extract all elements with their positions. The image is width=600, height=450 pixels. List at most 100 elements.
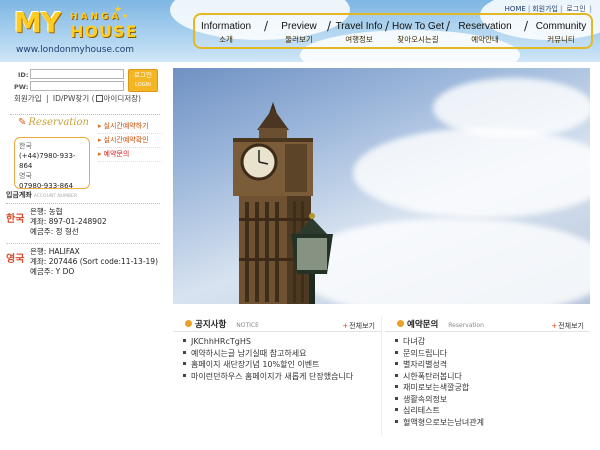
list-item[interactable]: JKChhHRcTgHS [183, 336, 353, 348]
list-item[interactable]: 다녀감 [395, 336, 484, 348]
account-title-text: 입금계좌 [6, 191, 32, 199]
list-item[interactable]: 시한폭탄러봅니다 [395, 371, 484, 383]
main-nav: Information 소개 / Preview 둘러보기 / Travel I… [193, 13, 593, 49]
bullet-icon [397, 320, 404, 327]
notice-header: 공지사항 NOTICE +전체보기 [173, 316, 381, 332]
id-input[interactable] [30, 69, 124, 79]
arrow-icon: ▸ [98, 136, 102, 144]
list-item[interactable]: 별자리별성격 [395, 359, 484, 371]
nav-reservation[interactable]: Reservation 예약안내 [453, 21, 517, 45]
login-button-sublabel: LOGIN [135, 82, 151, 88]
contact-number: (+44)7980-933-864 [19, 152, 76, 170]
contact-box: 한국 (+44)7980-933-864 영국 07980-933-864 [14, 137, 90, 190]
nav-label: Community [535, 21, 587, 32]
list-item-text: 마이런던하우스 홈페이지가 새롭게 단장했습니다 [191, 371, 354, 381]
account-block-korea: 한국 은행: 농협 계좌: 897-01-248902 예금주: 정 형선 [6, 207, 160, 241]
plus-icon: + [551, 322, 558, 330]
list-item-text: 혈액형으로보는남녀관계 [403, 417, 484, 427]
list-item[interactable]: 재미로보는색깔궁합 [395, 382, 484, 394]
reservation-title-text: Reservation [28, 117, 89, 128]
reservation-check-link[interactable]: ▸ 실시간예약확인 [98, 134, 162, 148]
nav-community[interactable]: Community 커뮤니티 [531, 21, 591, 45]
notice-panel: 공지사항 NOTICE +전체보기 JKChhHRcTgHS 예약하시는글 남기실… [173, 308, 381, 448]
country-label: 영국 [6, 254, 25, 265]
home-link[interactable]: HOME [505, 5, 526, 13]
logo-house: HOUSE [70, 22, 138, 41]
inquiry-title: 예약문의 Reservation [397, 318, 484, 330]
account-block-uk: 영국 은행: HALIFAX 계좌: 207446 (Sort code:11-… [6, 247, 160, 281]
nav-sublabel: 커뮤니티 [547, 35, 575, 44]
more-label: 전체보기 [349, 322, 375, 330]
nav-preview[interactable]: Preview 둘러보기 [273, 21, 325, 45]
reservation-inquiry-link[interactable]: ▸ 예약문의 [98, 148, 162, 162]
notice-subtitle: NOTICE [236, 322, 259, 329]
nav-label: Reservation [458, 21, 512, 32]
list-item[interactable]: 예약하시는글 남기실때 참고하세요 [183, 348, 353, 360]
login-button[interactable]: 로그인 LOGIN [128, 69, 158, 92]
big-ben-illustration [233, 102, 333, 304]
plus-icon: + [342, 322, 349, 330]
nav-label: Information [200, 21, 252, 32]
inquiry-list: 다녀감 문의드립니다 별자리별성격 시한폭탄러봅니다 재미로보는색깔궁합 생활속… [395, 336, 484, 428]
hero-image-big-ben [173, 68, 590, 304]
account-holder: 예금주: 정 형선 [30, 227, 79, 236]
panel-divider [381, 316, 382, 436]
login-button-label: 로그인 [134, 71, 152, 79]
inquiry-subtitle: Reservation [448, 322, 484, 329]
join-link[interactable]: 회원가입 [532, 5, 558, 13]
site-url: www.londonmyhouse.com [16, 45, 135, 55]
realtime-reservation-link[interactable]: ▸ 실시간예약하기 [98, 120, 162, 134]
list-item-text: 별자리별성격 [403, 360, 448, 369]
nav-divider: / [264, 19, 269, 33]
list-item[interactable]: 생활속의정보 [395, 394, 484, 406]
account-info: 입금계좌 ACCOUNT NUMBER 한국 은행: 농협 계좌: 897-01-… [6, 190, 160, 281]
left-sidebar: ID: PW: 로그인 LOGIN 회원가입 | ID/PW찾기 (아이디저장)… [0, 62, 170, 450]
password-input[interactable] [30, 81, 124, 91]
divider [6, 243, 160, 244]
logo-my: MY [14, 6, 61, 39]
nav-divider: / [446, 19, 451, 33]
nav-label: How To Get [391, 21, 445, 32]
star-icon: ★ [114, 5, 123, 15]
site-logo[interactable]: MY HANGA HOUSE ★ ★ [14, 5, 138, 44]
nav-sublabel: 여행정보 [345, 35, 373, 44]
login-links: 회원가입 | ID/PW찾기 (아이디저장) [14, 94, 141, 103]
list-item[interactable]: 마이런던하우스 홈페이지가 새롭게 단장했습니다 [183, 371, 353, 383]
notice-list: JKChhHRcTgHS 예약하시는글 남기실때 참고하세요 홈페이지 새단장기… [183, 336, 353, 382]
nav-how-to-get[interactable]: How To Get 찾아오시는길 [391, 21, 445, 45]
account-number: 계좌: 897-01-248902 [30, 217, 107, 226]
list-item[interactable]: 문의드립니다 [395, 348, 484, 360]
find-id-pw-link[interactable]: ID/PW찾기 [53, 94, 89, 103]
nav-sublabel: 찾아오시는길 [397, 35, 439, 44]
account-number: 계좌: 207446 (Sort code:11-13-19) [30, 257, 158, 266]
notice-more-link[interactable]: +전체보기 [342, 321, 375, 331]
link-label: 실시간예약확인 [103, 136, 149, 144]
list-item[interactable]: 심리테스트 [395, 405, 484, 417]
inquiry-more-link[interactable]: +전체보기 [551, 321, 584, 331]
list-item[interactable]: 혈액형으로보는남녀관계 [395, 417, 484, 429]
list-item-text: 예약하시는글 남기실때 참고하세요 [191, 348, 307, 358]
nav-divider: / [385, 19, 390, 33]
country-label: 한국 [6, 214, 25, 225]
list-item-text: 심리테스트 [403, 406, 440, 415]
login-link[interactable]: 로그인 [564, 5, 588, 13]
list-item[interactable]: 홈페이지 새단장기념 10%할인 이벤트 [183, 359, 353, 371]
nav-travel-info[interactable]: Travel Info 여행정보 [334, 21, 384, 45]
star-icon: ★ [122, 12, 129, 20]
join-link[interactable]: 회원가입 [14, 94, 42, 103]
notice-title-text: 공지사항 [195, 320, 227, 330]
arrow-icon: ▸ [98, 122, 102, 130]
remember-id-checkbox[interactable] [95, 95, 103, 102]
list-item-text: 생활속의정보 [403, 394, 448, 404]
list-item-text: JKChhHRcTgHS [191, 337, 251, 346]
nav-sublabel: 둘러보기 [285, 35, 313, 44]
nav-divider: / [524, 19, 529, 33]
nav-information[interactable]: Information 소개 [199, 21, 253, 45]
account-title: 입금계좌 ACCOUNT NUMBER [6, 190, 160, 204]
bank-name: 은행: 농협 [30, 207, 63, 216]
bottom-panels: 공지사항 NOTICE +전체보기 JKChhHRcTgHS 예약하시는글 남기실… [173, 308, 590, 450]
bank-name: 은행: HALIFAX [30, 247, 80, 256]
contact-label: 영국 [19, 172, 32, 180]
list-item-text: 재미로보는색깔궁합 [403, 383, 470, 392]
list-item-text: 시한폭탄러봅니다 [403, 371, 462, 381]
